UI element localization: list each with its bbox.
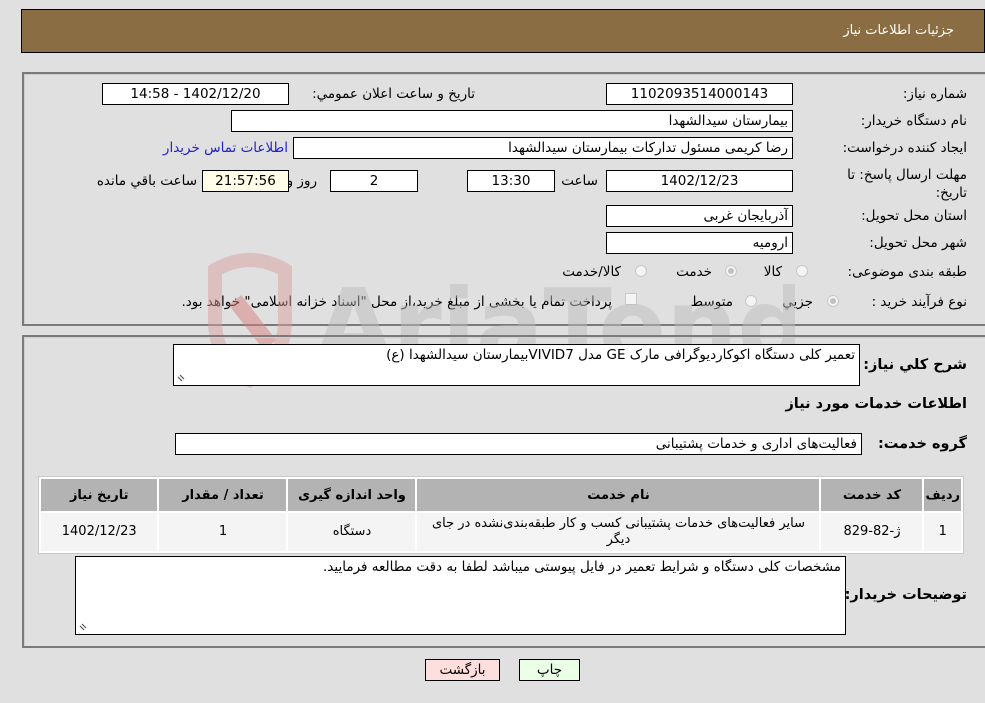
page-title: جزئیات اطلاعات نیاز: [843, 23, 954, 38]
treasury-note: پرداخت تمام یا بخشی از مبلغ خرید،از محل …: [181, 294, 612, 310]
description-text: تعمیر کلی دستگاه اکوکاردیوگرافی مارک GE …: [386, 347, 855, 363]
category-radio-service[interactable]: [725, 265, 737, 277]
process-radio-medium[interactable]: [745, 295, 757, 307]
creator-field: رضا کریمی مسئول تدارکات بیمارستان سیدالش…: [293, 137, 793, 159]
col-header-quantity: تعداد / مقدار: [159, 479, 287, 511]
need-number-label: شماره نیاز:: [902, 86, 967, 102]
province-field: آذربایجان غربی: [606, 205, 793, 227]
remaining-time-field: 21:57:56: [202, 170, 289, 192]
province-label: استان محل تحویل:: [861, 208, 967, 224]
days-label: روز و: [286, 173, 317, 189]
announce-label: تاریخ و ساعت اعلان عمومي:: [312, 86, 475, 102]
service-group-label: گروه خدمت:: [877, 436, 967, 452]
col-header-date: تاریخ نیاز: [41, 479, 158, 511]
category-label: طبقه بندی موضوعی:: [847, 264, 967, 280]
treasury-checkbox[interactable]: [625, 293, 637, 305]
print-button[interactable]: چاپ: [519, 659, 580, 681]
buyer-notes-text: مشخصات کلی دستگاه و شرایط تعمیر در فایل …: [323, 559, 841, 575]
cell-unit: دستگاه: [288, 513, 416, 551]
process-option-medium: متوسط: [690, 294, 733, 310]
description-textarea[interactable]: تعمیر کلی دستگاه اکوکاردیوگرافی مارک GE …: [173, 344, 860, 386]
cell-service-code: ژ-82-829: [821, 513, 923, 551]
description-label: شرح کلي نیاز:: [863, 357, 967, 373]
services-table: ردیف کد خدمت نام خدمت واحد اندازه گیری ت…: [38, 476, 964, 554]
creator-label: ایجاد کننده درخواست:: [842, 140, 967, 156]
table-row: 1 ژ-82-829 سایر فعالیت‌های خدمات پشتیبان…: [41, 513, 961, 551]
cell-quantity: 1: [159, 513, 287, 551]
services-heading: اطلاعات خدمات مورد نیاز: [785, 396, 967, 412]
buyer-notes-textarea[interactable]: مشخصات کلی دستگاه و شرایط تعمیر در فایل …: [75, 556, 846, 635]
back-button[interactable]: بازگشت: [425, 659, 500, 681]
remaining-time-label: ساعت باقي مانده: [96, 173, 197, 189]
buyer-notes-label: توضیحات خریدار:: [844, 587, 967, 603]
col-header-name: نام خدمت: [417, 479, 820, 511]
deadline-time-label: ساعت: [561, 173, 598, 189]
category-radio-goods[interactable]: [796, 265, 808, 277]
category-radio-goods-service[interactable]: [635, 265, 647, 277]
process-label: نوع فرآیند خرید :: [871, 294, 967, 310]
deadline-date-field: 1402/12/23: [606, 170, 793, 192]
city-field: ارومیه: [606, 232, 793, 254]
table-header-row: ردیف کد خدمت نام خدمت واحد اندازه گیری ت…: [41, 479, 961, 511]
resize-grip-icon[interactable]: [176, 373, 186, 383]
process-option-minor: جزیي: [782, 294, 813, 310]
category-option-goods-service: کالا/خدمت: [562, 264, 621, 280]
deadline-time-field: 13:30: [467, 170, 555, 192]
cell-need-date: 1402/12/23: [41, 513, 158, 551]
cell-row-number: 1: [924, 513, 961, 551]
col-header-unit: واحد اندازه گیری: [288, 479, 416, 511]
buyer-contact-link[interactable]: اطلاعات تماس خریدار: [163, 140, 288, 156]
category-option-goods: کالا: [763, 264, 782, 280]
cell-service-name: سایر فعالیت‌های خدمات پشتیبانی کسب و کار…: [417, 513, 820, 551]
service-group-field: فعالیت‌های اداری و خدمات پشتیبانی: [175, 433, 862, 455]
announce-datetime-field: 1402/12/20 - 14:58: [102, 83, 289, 105]
col-header-row: ردیف: [924, 479, 961, 511]
page-header: جزئیات اطلاعات نیاز: [21, 9, 985, 53]
deadline-label: مهلت ارسال پاسخ: تا تاریخ:: [847, 167, 967, 201]
buyer-org-label: نام دستگاه خریدار:: [860, 113, 967, 129]
city-label: شهر محل تحویل:: [869, 235, 967, 251]
resize-grip-icon[interactable]: [78, 622, 88, 632]
category-option-service: خدمت: [676, 264, 712, 280]
process-radio-minor[interactable]: [827, 295, 839, 307]
need-number-field: 1102093514000143: [606, 83, 793, 105]
col-header-code: کد خدمت: [821, 479, 923, 511]
buyer-org-field: بیمارستان سیدالشهدا: [231, 110, 793, 132]
days-remaining-field: 2: [330, 170, 418, 192]
